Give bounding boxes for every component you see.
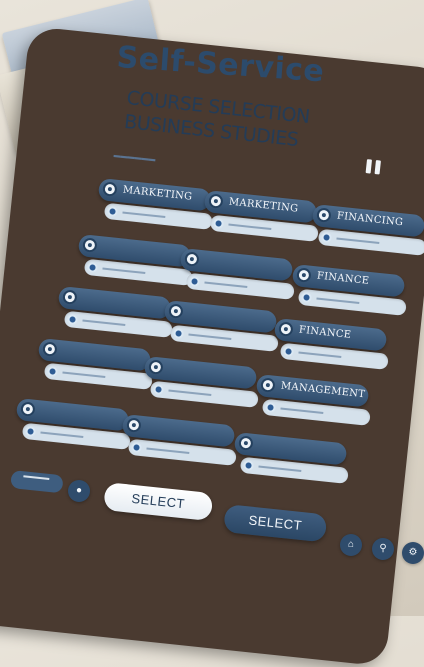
page-subtitle: COURSE SELECTION BUSINESS STUDIES: [123, 86, 311, 153]
radio-icon[interactable]: [260, 377, 276, 393]
radio-icon[interactable]: [148, 359, 164, 375]
course-label: MARKETING: [122, 184, 193, 203]
select-button[interactable]: SELECT: [103, 482, 214, 522]
settings-icon[interactable]: ⚙: [402, 542, 424, 564]
radio-icon[interactable]: [42, 341, 58, 357]
detail-text: [168, 389, 212, 397]
course-option[interactable]: [36, 338, 153, 391]
course-option[interactable]: [162, 300, 279, 353]
detail-text: [122, 211, 166, 219]
course-option[interactable]: [232, 432, 349, 485]
radio-icon[interactable]: [102, 181, 118, 197]
radio-icon[interactable]: [278, 321, 294, 337]
detail-text: [280, 407, 324, 415]
search-icon[interactable]: ⚲: [372, 538, 394, 560]
detail-text: [316, 297, 360, 305]
select-button-secondary[interactable]: SELECT: [223, 504, 328, 543]
radio-icon[interactable]: [47, 366, 59, 377]
detail-text: [102, 267, 146, 275]
course-option[interactable]: MARKETING: [202, 190, 319, 243]
course-label: FINANCE: [298, 324, 352, 341]
caption-text: ▬▬▬▬▬▬: [113, 152, 156, 164]
course-label: FINANCE: [316, 270, 370, 287]
course-option[interactable]: FINANCE: [290, 264, 407, 317]
radio-icon[interactable]: [238, 435, 254, 451]
radio-icon[interactable]: [184, 251, 200, 267]
radio-icon[interactable]: [296, 267, 312, 283]
radio-icon[interactable]: [131, 442, 143, 453]
detail-text: [188, 333, 232, 341]
page-title: Self-Service: [115, 40, 326, 90]
radio-icon[interactable]: [153, 384, 165, 395]
radio-icon[interactable]: [283, 346, 295, 357]
detail-text: [146, 447, 190, 455]
radio-icon[interactable]: [173, 328, 185, 339]
radio-icon[interactable]: [126, 417, 142, 433]
radio-icon[interactable]: [189, 276, 201, 287]
pause-icon[interactable]: [365, 159, 385, 180]
course-label: MARKETING: [228, 196, 299, 215]
detail-text: [40, 431, 84, 439]
course-option[interactable]: [142, 356, 259, 409]
small-toggle-pill[interactable]: [10, 470, 64, 494]
radio-icon[interactable]: [20, 401, 36, 417]
detail-text: [298, 351, 342, 359]
radio-icon[interactable]: [213, 218, 225, 229]
course-option[interactable]: FINANCING: [310, 204, 424, 257]
course-option[interactable]: [56, 286, 173, 339]
detail-text: [204, 281, 248, 289]
home-icon[interactable]: ⌂: [340, 534, 362, 556]
radio-icon[interactable]: [25, 426, 37, 437]
radio-icon[interactable]: [208, 193, 224, 209]
course-label: MANAGEMENT: [280, 380, 366, 401]
course-option[interactable]: [76, 234, 193, 287]
info-icon[interactable]: ●: [68, 480, 90, 502]
detail-text: [228, 223, 272, 231]
course-option[interactable]: FINANCE: [272, 318, 389, 371]
radio-icon[interactable]: [67, 314, 79, 325]
course-option[interactable]: [178, 248, 295, 301]
radio-icon[interactable]: [87, 262, 99, 273]
detail-text: [82, 319, 126, 327]
radio-icon[interactable]: [321, 232, 333, 243]
radio-icon[interactable]: [316, 207, 332, 223]
course-option[interactable]: MANAGEMENT: [254, 374, 371, 427]
course-option[interactable]: MARKETING: [96, 178, 213, 231]
course-option[interactable]: [120, 414, 237, 467]
detail-text: [336, 237, 380, 245]
detail-text: [258, 465, 302, 473]
tablet-screen: Self-Service COURSE SELECTION BUSINESS S…: [0, 0, 424, 616]
course-label: FINANCING: [336, 210, 404, 229]
pill-text: [23, 475, 50, 480]
radio-icon[interactable]: [62, 289, 78, 305]
radio-icon[interactable]: [301, 292, 313, 303]
radio-icon[interactable]: [168, 303, 184, 319]
detail-text: [62, 371, 106, 379]
course-option[interactable]: [14, 398, 131, 451]
radio-icon[interactable]: [107, 206, 119, 217]
radio-icon[interactable]: [243, 460, 255, 471]
radio-icon[interactable]: [82, 237, 98, 253]
radio-icon[interactable]: [265, 402, 277, 413]
